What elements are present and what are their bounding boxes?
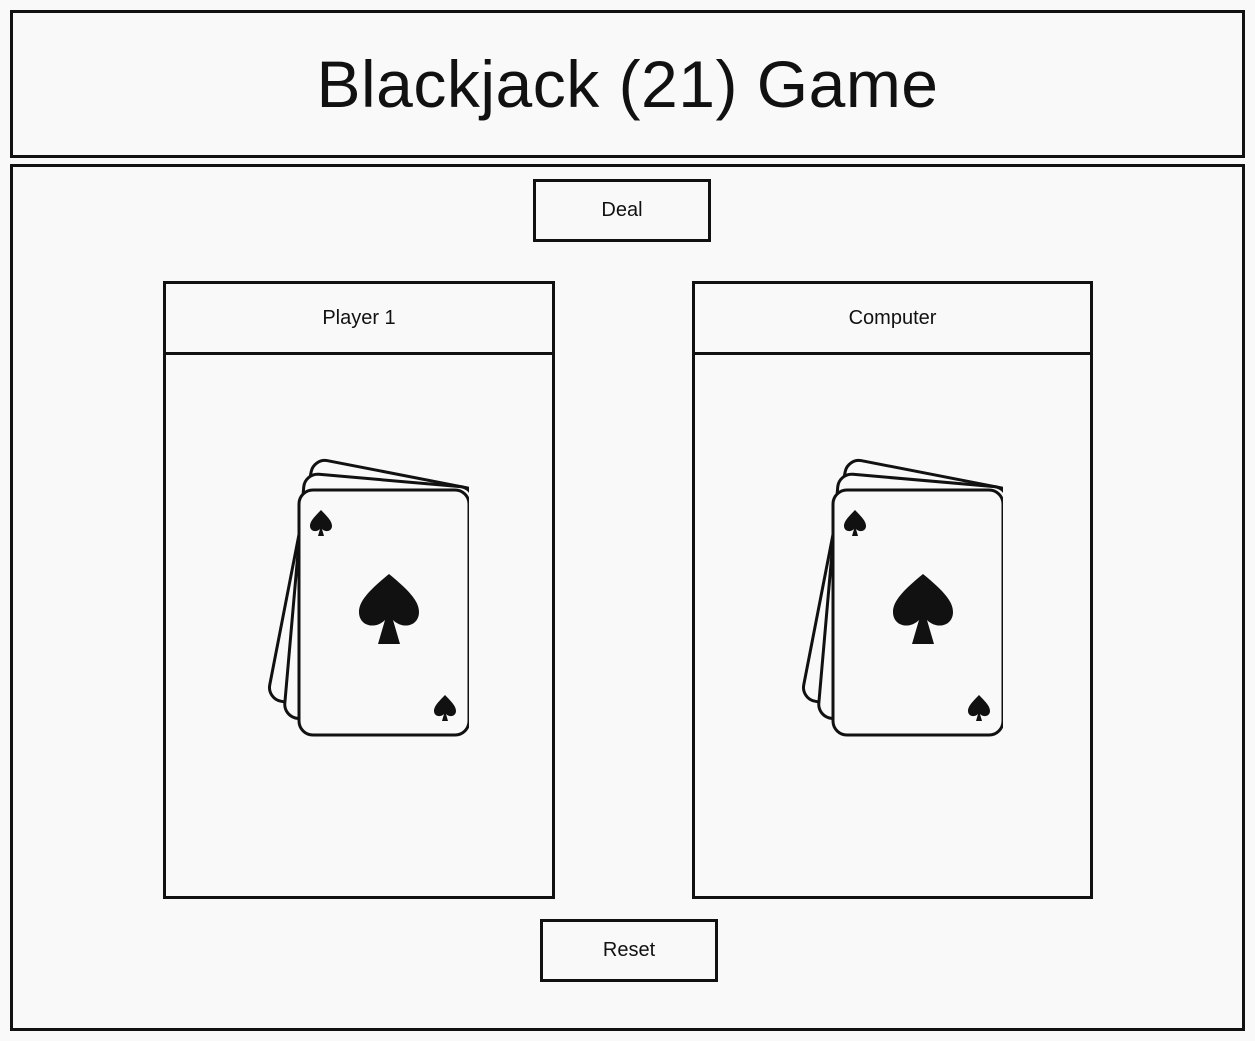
player-name: Player 1 bbox=[166, 284, 552, 355]
deal-button[interactable]: Deal bbox=[533, 179, 711, 242]
game-area: Deal Player 1 Computer Reset bbox=[10, 164, 1245, 1031]
header: Blackjack (21) Game bbox=[10, 10, 1245, 158]
reset-button[interactable]: Reset bbox=[540, 919, 718, 982]
player-panel: Player 1 bbox=[163, 281, 555, 899]
page-title: Blackjack (21) Game bbox=[316, 47, 939, 121]
computer-cards-icon bbox=[695, 452, 1090, 742]
player-cards-icon bbox=[166, 452, 552, 742]
computer-panel: Computer bbox=[692, 281, 1093, 899]
computer-name: Computer bbox=[695, 284, 1090, 355]
